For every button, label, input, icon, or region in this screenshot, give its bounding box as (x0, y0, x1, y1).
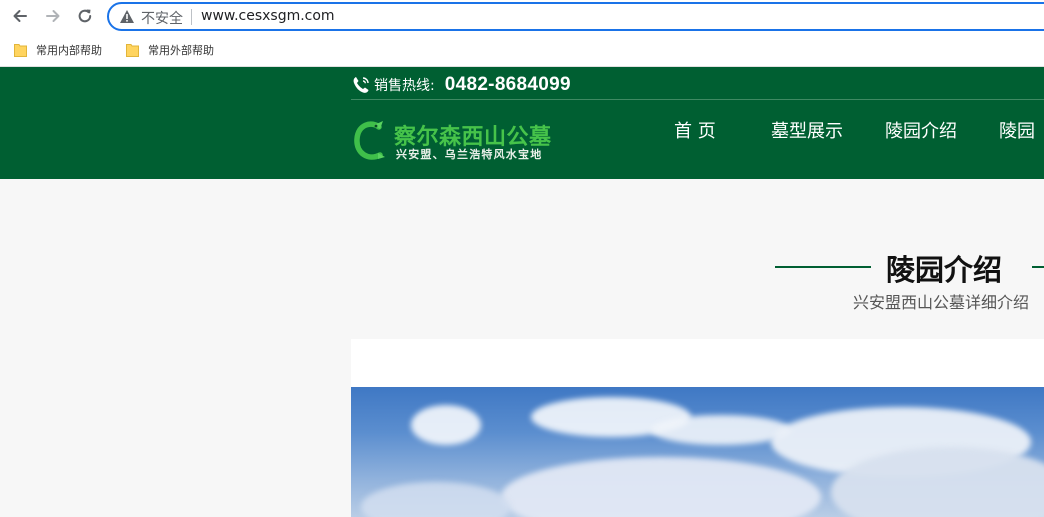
bookmark-label: 常用内部帮助 (36, 44, 102, 57)
sales-hotline: 销售热线: 0482-8684099 (351, 72, 571, 98)
header-divider (351, 99, 1044, 100)
hotline-label: 销售热线: (374, 78, 435, 94)
logo-subtitle: 兴安盟、乌兰浩特风水宝地 (396, 148, 543, 161)
title-line-left (775, 266, 871, 268)
folder-icon (126, 44, 139, 57)
title-line-right (1032, 266, 1044, 268)
url-text[interactable]: www.cesxsgm.com (201, 8, 335, 24)
section-heading: 陵园介绍 兴安盟西山公墓详细介绍 (0, 245, 1044, 312)
bookmark-label: 常用外部帮助 (148, 44, 214, 57)
reload-button[interactable] (75, 6, 95, 26)
dragon-logo-icon (354, 121, 385, 160)
site-header: 销售热线: 0482-8684099 察尔森西山公墓 兴安盟、乌兰浩特风水宝地 … (0, 67, 1044, 179)
section-subtitle: 兴安盟西山公墓详细介绍 (853, 293, 1030, 312)
back-button[interactable] (10, 6, 30, 26)
section-title: 陵园介绍 (886, 253, 1003, 287)
nav-item-cemetery-intro[interactable]: 陵园介绍 (885, 117, 957, 143)
hotline-number[interactable]: 0482-8684099 (445, 74, 571, 96)
insecure-label[interactable]: 不安全 (141, 8, 183, 28)
nav-item-tomb-styles[interactable]: 墓型展示 (771, 117, 843, 143)
bookmarks-bar: 常用内部帮助 常用外部帮助 (0, 33, 1044, 67)
forward-button[interactable] (43, 6, 63, 26)
nav-item-home[interactable]: 首 页 (674, 117, 716, 143)
reload-icon (78, 9, 92, 23)
arrow-right-icon (46, 10, 60, 22)
address-separator (191, 9, 192, 25)
site-logo[interactable]: 察尔森西山公墓 兴安盟、乌兰浩特风水宝地 (352, 119, 582, 163)
bookmark-internal-help[interactable]: 常用内部帮助 (14, 41, 102, 59)
warning-icon[interactable] (119, 9, 135, 24)
nav-item-cemetery-more[interactable]: 陵园 (999, 117, 1035, 143)
address-bar[interactable]: 不安全 www.cesxsgm.com (107, 2, 1044, 31)
content-card (351, 339, 1044, 517)
cemetery-sky-photo (351, 387, 1044, 517)
arrow-left-icon (13, 10, 27, 22)
phone-icon (353, 77, 369, 93)
browser-toolbar: 不安全 www.cesxsgm.com (0, 0, 1044, 33)
bookmark-external-help[interactable]: 常用外部帮助 (126, 41, 214, 59)
folder-icon (14, 44, 27, 57)
